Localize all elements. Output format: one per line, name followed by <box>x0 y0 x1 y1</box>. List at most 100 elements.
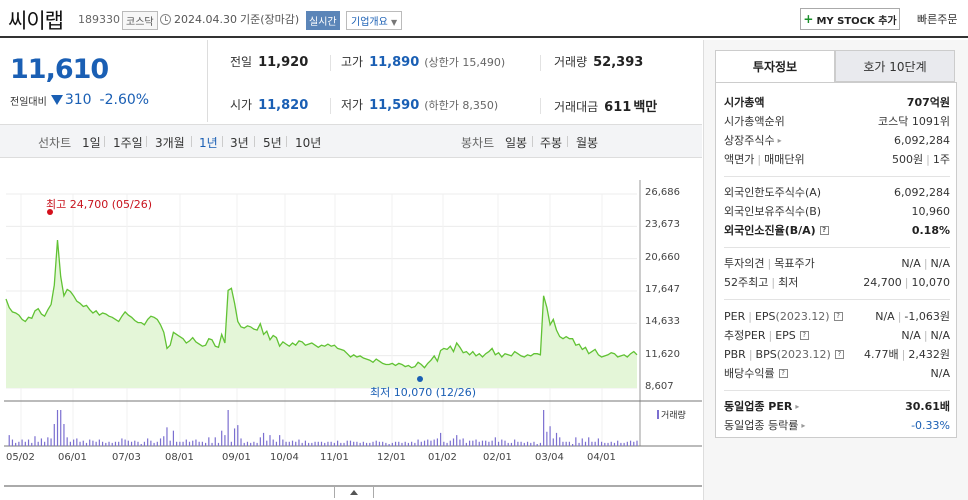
volume-bar <box>365 442 368 446</box>
down-triangle-icon <box>50 95 63 105</box>
volume-bar <box>491 440 493 446</box>
volume-bar <box>607 442 609 446</box>
arrow-right-icon[interactable]: ▸ <box>778 136 782 145</box>
min-price-marker <box>417 376 423 382</box>
divider <box>724 247 950 248</box>
volume-bar <box>21 439 23 446</box>
eps-label: EPS <box>754 309 776 323</box>
volume-bar <box>56 410 59 446</box>
low-value: 11,590 <box>369 98 420 113</box>
help-icon[interactable]: ? <box>778 368 788 378</box>
collapse-chart-button[interactable] <box>334 486 374 498</box>
y-tick-label: 20,660 <box>645 251 680 263</box>
industry-change-label[interactable]: 동일업종 등락률 <box>724 417 798 433</box>
candle-weekly[interactable]: 주봉 <box>540 134 562 151</box>
volume-bar <box>456 435 458 446</box>
volume-bar <box>478 441 480 446</box>
volume-bar <box>401 442 403 446</box>
volume-bar <box>50 438 52 446</box>
volume-bar <box>279 435 281 446</box>
x-tick-label: 05/02 <box>6 452 35 463</box>
volume-bar <box>633 441 635 446</box>
volume-bar <box>423 440 426 446</box>
volume-bar <box>414 442 416 446</box>
shares-label: 상장주식수 <box>724 134 775 147</box>
volume-bar <box>346 440 348 446</box>
volume-bar <box>95 441 97 446</box>
info-tabs: 투자정보 호가 10단계 <box>715 50 957 82</box>
bps-label: BPS <box>755 347 777 361</box>
help-icon[interactable]: ? <box>819 225 829 235</box>
volume-bar <box>256 442 258 446</box>
volume-bar <box>591 441 593 446</box>
volume-bar <box>353 441 355 446</box>
period-1d[interactable]: 1일 <box>82 134 101 151</box>
dividend-label: 배당수익률 <box>724 367 775 380</box>
volume-bar <box>233 428 236 446</box>
volume-bar <box>79 441 81 446</box>
high-stat: 고가 11,890 (상한가 15,490) <box>341 53 505 70</box>
volume-bar <box>275 441 278 446</box>
candle-monthly[interactable]: 월봉 <box>576 134 598 151</box>
quick-order-link[interactable]: 빠른주문 <box>917 11 957 27</box>
foreign-ratio-value: 0.18% <box>911 223 950 237</box>
period-3m[interactable]: 3개월 <box>155 134 185 151</box>
realtime-button[interactable]: 실시간 <box>306 11 340 30</box>
volume-bar <box>140 444 142 446</box>
volume-bar <box>298 439 300 446</box>
period-5y[interactable]: 5년 <box>263 134 282 151</box>
volume-bar <box>60 410 62 446</box>
tab-order-book[interactable]: 호가 10단계 <box>835 50 955 82</box>
divider <box>567 136 568 147</box>
x-tick-label: 08/01 <box>165 452 194 463</box>
current-price: 11,610 <box>10 54 109 85</box>
foreign-limit-label: 외국인한도주식수(A) <box>724 186 822 199</box>
help-icon[interactable]: ? <box>833 311 843 321</box>
amount-label: 거래대금 <box>554 100 599 114</box>
volume-bar <box>111 442 113 446</box>
est-per-row: 추정PER | EPS? N/A | N/A <box>724 328 950 343</box>
price-change: 310 <box>64 92 92 108</box>
help-icon[interactable]: ? <box>799 330 809 340</box>
volume-bar <box>330 441 332 446</box>
period-10y[interactable]: 10년 <box>295 134 321 151</box>
price-chart[interactable]: 최고 24,700 (05/26) 최저 10,070 (12/26) 26,6… <box>0 160 702 500</box>
date-info: 2024.04.30 기준(장마감) <box>160 11 299 27</box>
volume-bar <box>230 441 232 446</box>
company-overview-dropdown[interactable]: 기업개요 ▼ <box>346 11 403 30</box>
divider <box>254 136 255 147</box>
volume-bar <box>385 442 387 446</box>
volume-bar <box>246 441 249 446</box>
add-my-stock-button[interactable]: + MY STOCK 추가 <box>800 8 900 30</box>
arrow-right-icon[interactable]: ▸ <box>801 421 805 430</box>
volume-bar <box>430 440 432 446</box>
prev-close-stat: 전일 11,920 <box>230 53 308 70</box>
industry-change-value: -0.33% <box>911 418 950 432</box>
price-summary: 11,610 전일대비 310 -2.60% <box>0 40 208 122</box>
volume-bar <box>501 439 503 446</box>
foreign-limit-row: 외국인한도주식수(A) 6,092,284 <box>724 183 950 201</box>
volume-bar <box>349 440 352 446</box>
investment-info-table: 시가총액 707억원 시가총액순위 코스닥 1091위 상장주식수 ▸ 6,092… <box>715 82 957 438</box>
arrow-right-icon[interactable]: ▸ <box>795 402 799 411</box>
par-value: 500원 <box>892 153 924 166</box>
volume-bar <box>188 441 191 446</box>
help-icon[interactable]: ? <box>834 349 844 359</box>
volume-bar <box>156 441 158 446</box>
volume-bar <box>604 442 606 446</box>
volume-bar <box>118 441 120 446</box>
divider <box>146 136 147 147</box>
volume-bar <box>407 442 410 446</box>
par-label: 액면가 <box>724 153 755 166</box>
volume-bar <box>433 439 435 446</box>
volume-bar <box>372 441 374 446</box>
period-3y[interactable]: 3년 <box>230 134 249 151</box>
volume-bar <box>11 439 14 446</box>
period-1y[interactable]: 1년 <box>199 134 218 151</box>
period-1w[interactable]: 1주일 <box>113 134 143 151</box>
volume-bar <box>159 438 162 446</box>
volume-bar <box>153 442 155 446</box>
candle-daily[interactable]: 일봉 <box>505 134 527 151</box>
tab-investment-info[interactable]: 투자정보 <box>715 50 835 82</box>
industry-per-label[interactable]: 동일업종 PER <box>724 398 792 414</box>
